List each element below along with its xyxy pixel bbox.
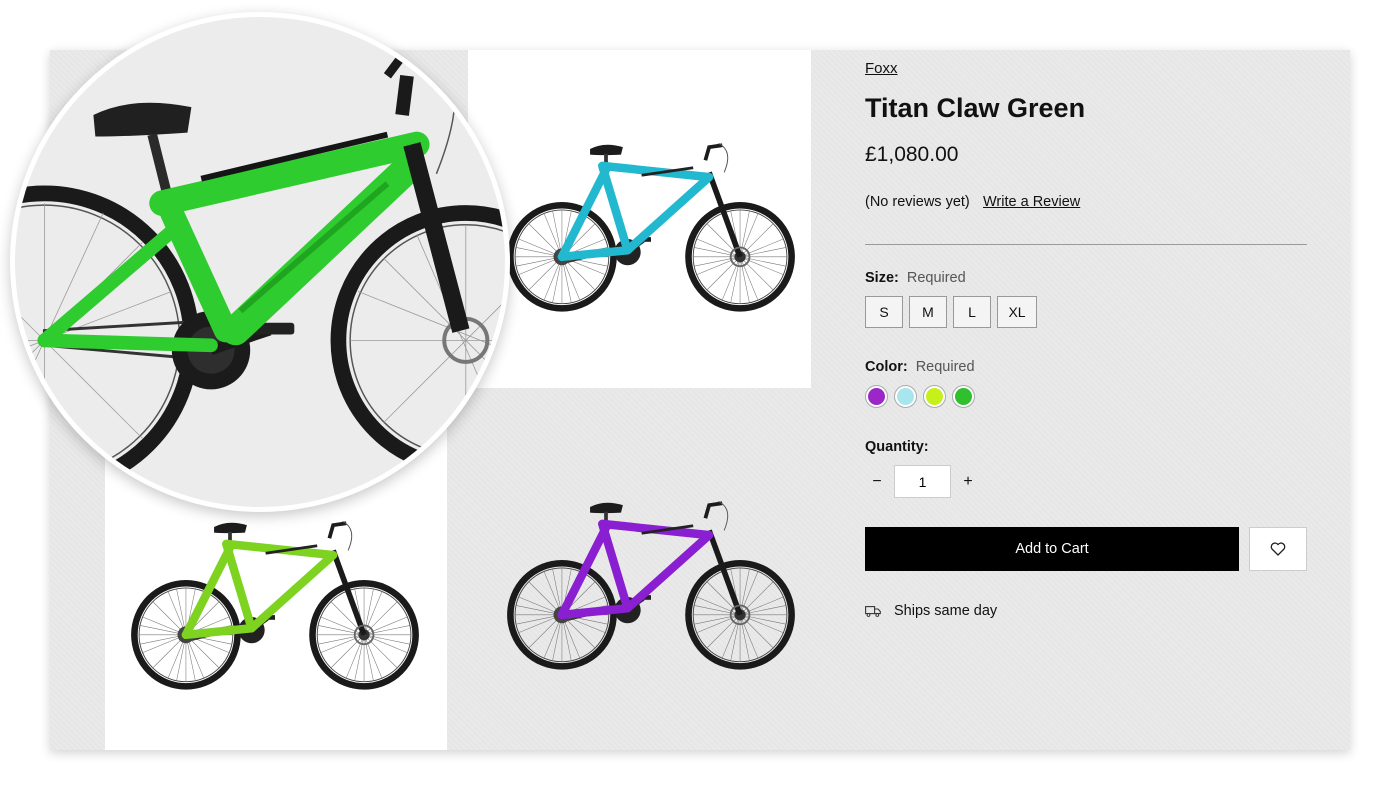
color-label: Color: Required: [865, 359, 975, 375]
write-review-link[interactable]: Write a Review: [983, 194, 1080, 210]
swatch-fill: [868, 388, 885, 405]
shipping-text: Ships same day: [894, 603, 998, 619]
color-label-text: Color:: [865, 359, 908, 375]
swatch-fill: [897, 388, 914, 405]
reviews-count: (No reviews yet): [865, 194, 970, 210]
swatch-fill: [926, 388, 943, 405]
purple-bike-image: [501, 488, 801, 676]
color-swatch-lime[interactable]: [923, 385, 946, 408]
add-to-cart-button[interactable]: Add to Cart: [865, 527, 1239, 571]
size-option-xl[interactable]: XL: [997, 296, 1037, 328]
size-options: S M L XL: [865, 296, 1037, 328]
lime-bike-image: [125, 508, 425, 696]
brand-link[interactable]: Foxx: [865, 60, 898, 77]
size-option-s[interactable]: S: [865, 296, 903, 328]
color-swatch-purple[interactable]: [865, 385, 888, 408]
product-price: £1,080.00: [865, 143, 959, 166]
gallery-image-teal-bike[interactable]: [468, 50, 811, 388]
teal-bike-image: [501, 130, 801, 318]
color-swatches: [865, 385, 975, 408]
size-label-text: Size:: [865, 270, 899, 286]
divider: [865, 244, 1307, 245]
size-option-l[interactable]: L: [953, 296, 991, 328]
color-swatch-light-blue[interactable]: [894, 385, 917, 408]
size-required: Required: [906, 270, 966, 286]
wishlist-button[interactable]: [1249, 527, 1307, 571]
image-zoom-lens[interactable]: [10, 12, 510, 512]
shipping-info: Ships same day: [865, 603, 997, 619]
swatch-fill: [955, 388, 972, 405]
size-label: Size: Required: [865, 270, 966, 286]
quantity-label: Quantity:: [865, 439, 929, 455]
color-swatch-green[interactable]: [952, 385, 975, 408]
quantity-increment-button[interactable]: +: [956, 466, 980, 498]
quantity-stepper: − +: [865, 465, 980, 498]
gallery-image-purple-bike[interactable]: [468, 388, 811, 750]
quantity-label-text: Quantity:: [865, 439, 929, 455]
green-bike-zoomed-image: [15, 46, 505, 496]
color-required: Required: [915, 359, 975, 375]
quantity-input[interactable]: [894, 465, 951, 498]
heart-icon: [1270, 542, 1286, 556]
truck-icon: [865, 605, 881, 617]
quantity-decrement-button[interactable]: −: [865, 466, 889, 498]
size-option-m[interactable]: M: [909, 296, 947, 328]
product-title: Titan Claw Green: [865, 93, 1086, 123]
